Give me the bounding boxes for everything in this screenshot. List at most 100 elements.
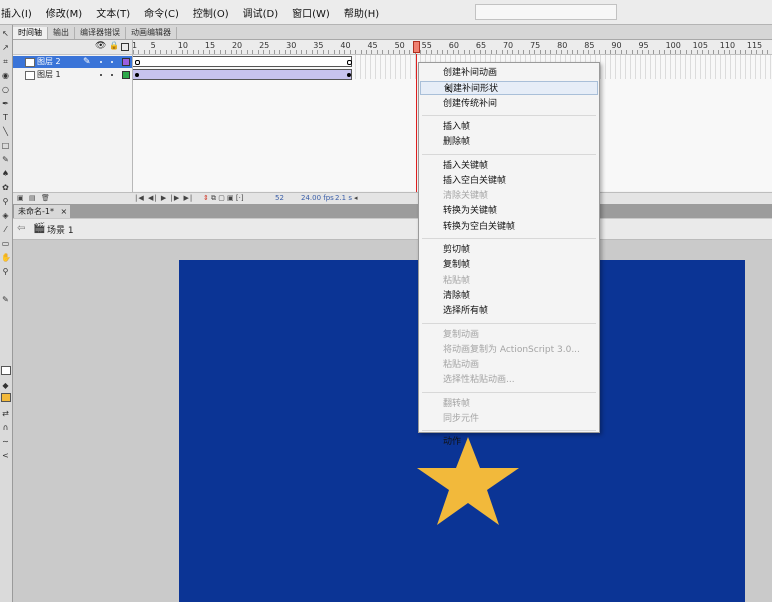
menu-text[interactable]: 文本(T) [89, 5, 137, 20]
new-folder-icon[interactable]: ▤ [29, 194, 36, 202]
fill-color-swatch[interactable] [1, 393, 11, 402]
pencil-tool-icon[interactable]: ✎ [1, 155, 10, 164]
ruler-number: 60 [448, 41, 459, 50]
stroke-color-swatch[interactable] [1, 366, 11, 375]
context-menu-item[interactable]: 创建传统补间 [420, 97, 598, 111]
tab-motion-editor[interactable]: 动画编辑器 [126, 27, 177, 39]
context-menu-item[interactable]: 插入帧 [420, 120, 598, 134]
ruler-tick [544, 50, 546, 54]
menu-insert[interactable]: 插入(I) [0, 5, 39, 20]
selection-tool-icon[interactable]: ↖ [1, 29, 10, 38]
outline-all-icon[interactable] [121, 43, 129, 51]
layer-row-2[interactable]: 图层 2 ✎ [13, 56, 132, 68]
center-frame-icon[interactable]: ⇕ [203, 194, 209, 202]
menu-modify[interactable]: 修改(M) [39, 5, 89, 20]
help-search-input[interactable] [475, 4, 617, 20]
subselect-tool-icon[interactable]: ↗ [1, 43, 10, 52]
document-tab[interactable]: 未命名-1* × [14, 205, 70, 218]
keyframe-start[interactable] [135, 73, 139, 77]
delete-layer-icon[interactable]: 🗑 [41, 194, 50, 202]
hand-tool-icon[interactable]: ✋ [1, 253, 11, 262]
menu-debug[interactable]: 调试(D) [236, 5, 286, 20]
pen-tool-icon[interactable]: ✒ [1, 99, 10, 108]
tab-compiler-errors[interactable]: 编译器错误 [75, 27, 126, 39]
visibility-dot-icon[interactable] [100, 74, 102, 76]
context-menu-item[interactable]: 动作 [420, 435, 598, 449]
tab-output[interactable]: 输出 [48, 27, 75, 39]
ruler-tick [680, 50, 682, 54]
frame-ruler[interactable]: 1 5 10 15 20 25 30 35 40 45 50 55 60 65 70 75 80 85 90 95 10… [132, 40, 772, 55]
layer-2-frames[interactable] [132, 56, 352, 67]
scene-breadcrumb[interactable]: 场景 1 [47, 223, 74, 236]
rectangle-tool-icon[interactable]: □ [1, 141, 10, 150]
ruler-tick [192, 50, 194, 54]
current-frame-value[interactable]: 52 [275, 194, 284, 202]
playhead-handle[interactable] [413, 41, 420, 53]
deco-tool-icon[interactable]: ✿ [1, 183, 10, 192]
context-menu-item[interactable]: 删除帧 [420, 135, 598, 149]
layer-name[interactable]: 图层 2 [37, 56, 61, 68]
zoom-tool-icon[interactable]: ⚲ [1, 267, 10, 276]
straighten-icon[interactable]: < [1, 451, 10, 460]
lock-dot-icon[interactable] [111, 61, 113, 63]
paint-bucket-tool-icon[interactable]: ◈ [1, 211, 10, 220]
lock-all-icon[interactable]: 🔒 [109, 41, 119, 50]
context-menu-item[interactable]: 插入关键帧 [420, 159, 598, 173]
close-icon[interactable]: × [61, 207, 68, 216]
star-polygon[interactable] [417, 437, 519, 525]
fill-color-icon[interactable]: ◆ [1, 381, 10, 390]
snap-to-objects-icon[interactable]: ∩ [1, 423, 10, 432]
free-transform-tool-icon[interactable]: ⌗ [1, 57, 10, 66]
menu-window[interactable]: 窗口(W) [285, 5, 337, 20]
eyedropper-tool-icon[interactable]: ⁄ [1, 225, 10, 234]
context-menu-item[interactable]: 创建补间动画 [420, 66, 598, 80]
keyframe-end[interactable] [347, 60, 352, 65]
back-arrow-icon[interactable]: ⇦ [17, 223, 25, 234]
layer-name[interactable]: 图层 1 [37, 69, 61, 81]
keyframe-end[interactable] [347, 73, 351, 77]
menu-commands[interactable]: 命令(C) [137, 5, 186, 20]
swap-colors-icon[interactable]: ⇄ [1, 409, 10, 418]
outline-color-swatch[interactable] [122, 71, 130, 79]
bone-tool-icon[interactable]: ⚲ [1, 197, 10, 206]
menu-separator [422, 114, 596, 116]
ruler-tick [712, 50, 714, 54]
context-menu-item[interactable]: 插入空白关键帧 [420, 174, 598, 188]
ruler-tick [317, 50, 319, 54]
ruler-tick [523, 50, 525, 54]
smooth-icon[interactable]: ∼ [1, 437, 10, 446]
menu-control[interactable]: 控制(O) [186, 5, 236, 20]
frame-rate-value[interactable]: 24.00 fps [301, 194, 334, 202]
playback-controls-icon[interactable]: |◀ ◀| ▶ |▶ ▶| [135, 194, 193, 202]
context-menu-item[interactable]: 转换为关键帧 [420, 204, 598, 218]
ruler-tick [387, 50, 389, 54]
ruler-tick [301, 50, 303, 54]
layer-1-frames[interactable] [132, 69, 352, 80]
text-tool-icon[interactable]: T [1, 113, 10, 122]
outline-color-swatch[interactable] [122, 58, 130, 66]
context-menu-item[interactable]: 清除帧 [420, 289, 598, 303]
ruler-tick [734, 50, 736, 54]
context-menu-item[interactable]: 剪切帧 [420, 243, 598, 257]
onion-skin-icon[interactable]: ⧉ ▢ ▣ [·] [211, 194, 244, 203]
context-menu-item[interactable]: 选择所有帧 [420, 304, 598, 318]
3d-rotation-tool-icon[interactable]: ◉ [1, 71, 10, 80]
context-menu-item[interactable]: 转换为空白关键帧 [420, 220, 598, 234]
tab-timeline[interactable]: 时间轴 [13, 27, 48, 39]
brush-tool-icon[interactable]: ♠ [1, 169, 10, 178]
lasso-tool-icon[interactable]: ○ [1, 85, 10, 94]
visibility-dot-icon[interactable] [100, 61, 102, 63]
layer-row-1[interactable]: 图层 1 [13, 69, 132, 81]
stroke-color-icon[interactable]: ✎ [1, 295, 10, 304]
menu-help[interactable]: 帮助(H) [337, 5, 386, 20]
line-tool-icon[interactable]: ╲ [1, 127, 10, 136]
lock-dot-icon[interactable] [111, 74, 113, 76]
show-hide-all-icon[interactable]: 👁 [95, 41, 106, 51]
new-layer-icon[interactable]: ▣ [17, 194, 24, 202]
eraser-tool-icon[interactable]: ▭ [1, 239, 10, 248]
ruler-tick [691, 50, 693, 54]
keyframe-start[interactable] [135, 60, 140, 65]
context-menu-item[interactable]: 复制帧 [420, 258, 598, 272]
scroll-left-arrow-icon[interactable]: ◂ [354, 194, 358, 202]
ruler-tick [599, 50, 601, 54]
